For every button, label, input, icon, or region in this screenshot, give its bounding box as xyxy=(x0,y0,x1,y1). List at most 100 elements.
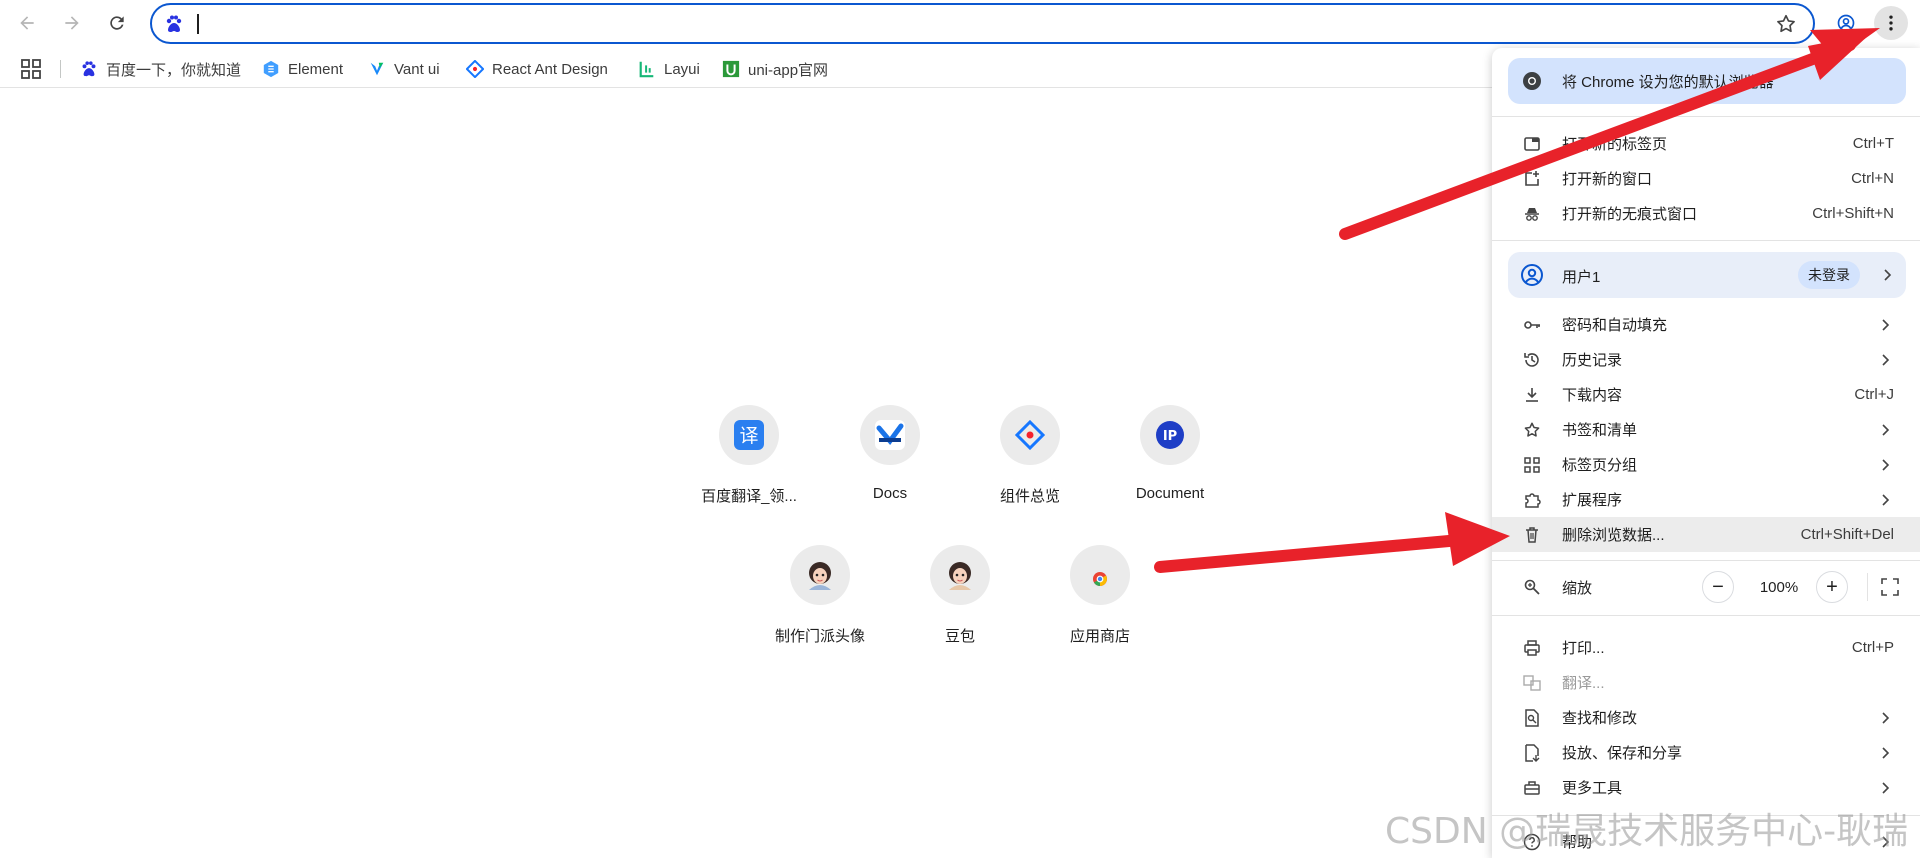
omnibox-input[interactable] xyxy=(202,11,1742,37)
vant-icon xyxy=(368,60,386,78)
menu-item-label: 标签页分组 xyxy=(1562,457,1638,474)
back-button[interactable] xyxy=(10,6,44,40)
star-outline-icon[interactable] xyxy=(1775,13,1797,35)
menu-item-shortcut: Ctrl+J xyxy=(1854,386,1894,403)
menu-item-zoom: 缩放 − 100% + xyxy=(1492,567,1920,607)
menu-item-new-tab[interactable]: 打开新的标签页 Ctrl+T xyxy=(1492,126,1920,161)
print-icon xyxy=(1522,638,1542,658)
bookmark-vant[interactable]: Vant ui xyxy=(368,57,440,81)
plus-icon: + xyxy=(1826,576,1838,598)
menu-item-extensions[interactable]: 扩展程序 xyxy=(1492,482,1920,517)
zoom-in-button[interactable]: + xyxy=(1816,571,1848,603)
shortcut-tile xyxy=(790,545,850,605)
menu-item-downloads[interactable]: 下载内容 Ctrl+J xyxy=(1492,377,1920,412)
shortcut-tile xyxy=(930,545,990,605)
shortcut-doubao[interactable]: 豆包 xyxy=(895,545,1025,657)
docs-icon xyxy=(875,420,905,450)
chevron-right-icon xyxy=(1882,318,1890,331)
bookmark-label: uni-app官网 xyxy=(748,61,829,79)
menu-profile-row[interactable]: 用户1 未登录 xyxy=(1508,252,1906,298)
shortcut-label: 豆包 xyxy=(944,628,975,645)
menu-separator xyxy=(1492,116,1920,117)
menu-item-label: 密码和自动填充 xyxy=(1562,317,1668,334)
shortcut-component-overview[interactable]: 组件总览 xyxy=(965,405,1095,517)
menu-item-more-tools[interactable]: 更多工具 xyxy=(1492,770,1920,805)
shortcut-sect-avatar[interactable]: 制作门派头像 xyxy=(755,545,885,657)
bookmark-label: Element xyxy=(288,60,344,78)
new-window-icon xyxy=(1522,169,1542,189)
zoom-out-button[interactable]: − xyxy=(1702,571,1734,603)
shortcut-docs[interactable]: Docs xyxy=(825,405,955,517)
text-cursor xyxy=(197,14,199,34)
chevron-right-icon xyxy=(1882,458,1890,471)
menu-item-shortcut: Ctrl+Shift+N xyxy=(1812,205,1894,222)
menu-item-print[interactable]: 打印... Ctrl+P xyxy=(1492,630,1920,665)
bookmark-ant-design[interactable]: React Ant Design xyxy=(466,57,608,81)
incognito-icon xyxy=(1522,204,1542,224)
shortcut-tile: IP xyxy=(1140,405,1200,465)
menu-item-new-window[interactable]: 打开新的窗口 Ctrl+N xyxy=(1492,161,1920,196)
bookmark-layui[interactable]: Layui xyxy=(638,57,700,81)
menu-item-label: 查找和修改 xyxy=(1562,710,1638,727)
trash-icon xyxy=(1522,525,1542,545)
chrome-main-menu: 将 Chrome 设为您的默认浏览器 打开新的标签页 Ctrl+T 打开新的窗口… xyxy=(1492,48,1920,858)
baidu-paw-icon xyxy=(166,15,182,32)
arrow-left-icon xyxy=(20,16,34,30)
shortcut-label: Document xyxy=(1135,485,1205,502)
uni-app-icon xyxy=(722,60,740,78)
shortcut-document[interactable]: IP Document xyxy=(1105,405,1235,517)
menu-separator xyxy=(1492,560,1920,561)
forward-button[interactable] xyxy=(55,6,89,40)
account-circle-icon xyxy=(1837,14,1855,32)
shortcut-web-store[interactable]: 应用商店 xyxy=(1035,545,1165,657)
menu-item-shortcut: Ctrl+T xyxy=(1852,135,1894,152)
menu-item-cast-save-share[interactable]: 投放、保存和分享 xyxy=(1492,735,1920,770)
profile-button[interactable] xyxy=(1829,6,1863,40)
menu-item-shortcut: Ctrl+N xyxy=(1851,170,1894,187)
menu-item-history[interactable]: 历史记录 xyxy=(1492,342,1920,377)
set-default-browser-banner[interactable]: 将 Chrome 设为您的默认浏览器 xyxy=(1508,58,1906,104)
avatar-icon xyxy=(809,562,831,590)
account-circle-icon xyxy=(1521,264,1543,286)
find-icon xyxy=(1522,708,1542,728)
shortcut-label: 制作门派头像 xyxy=(774,628,865,645)
menu-item-label: 删除浏览数据... xyxy=(1562,527,1665,544)
menu-item-clear-browsing-data[interactable]: 删除浏览数据... Ctrl+Shift+Del xyxy=(1492,517,1920,552)
toolbox-icon xyxy=(1522,778,1542,798)
ip-icon: IP xyxy=(1156,421,1184,449)
history-icon xyxy=(1522,350,1542,370)
bookmark-uni-app[interactable]: uni-app官网 xyxy=(722,57,828,81)
shortcut-tile xyxy=(860,405,920,465)
svg-text:译: 译 xyxy=(739,425,758,447)
bookmark-baidu[interactable]: 百度一下，你就知道 xyxy=(80,57,241,81)
chevron-right-icon xyxy=(1882,781,1890,794)
menu-item-tab-groups[interactable]: 标签页分组 xyxy=(1492,447,1920,482)
menu-item-passwords[interactable]: 密码和自动填充 xyxy=(1492,307,1920,342)
shortcut-baidu-translate[interactable]: 译 百度翻译_领... xyxy=(684,405,814,517)
layui-icon xyxy=(638,60,656,78)
menu-item-incognito[interactable]: 打开新的无痕式窗口 Ctrl+Shift+N xyxy=(1492,196,1920,231)
address-bar[interactable] xyxy=(150,3,1815,44)
cast-save-icon xyxy=(1522,743,1542,763)
shortcut-label: 百度翻译_领... xyxy=(701,488,797,505)
menu-item-label: 打开新的标签页 xyxy=(1562,136,1668,153)
profile-name: 用户1 xyxy=(1562,269,1601,286)
bookmark-label: React Ant Design xyxy=(492,60,608,78)
download-icon xyxy=(1522,385,1542,405)
profile-status-badge: 未登录 xyxy=(1798,261,1860,289)
chevron-right-icon xyxy=(1882,353,1890,366)
arrow-right-icon xyxy=(65,16,79,30)
fullscreen-button[interactable] xyxy=(1880,577,1900,597)
reload-button[interactable] xyxy=(100,6,134,40)
menu-item-label: 打开新的无痕式窗口 xyxy=(1562,206,1698,223)
extension-icon xyxy=(1522,490,1542,510)
shortcut-label: 应用商店 xyxy=(1069,628,1130,645)
menu-item-bookmarks[interactable]: 书签和清单 xyxy=(1492,412,1920,447)
zoom-icon xyxy=(1522,577,1542,597)
menu-item-find-edit[interactable]: 查找和修改 xyxy=(1492,700,1920,735)
shortcut-tile: 译 xyxy=(719,405,779,465)
apps-grid-icon[interactable] xyxy=(20,58,42,80)
chrome-menu-button[interactable] xyxy=(1874,6,1908,40)
bookmark-element[interactable]: Element xyxy=(262,57,343,81)
avatar-icon xyxy=(949,562,971,590)
